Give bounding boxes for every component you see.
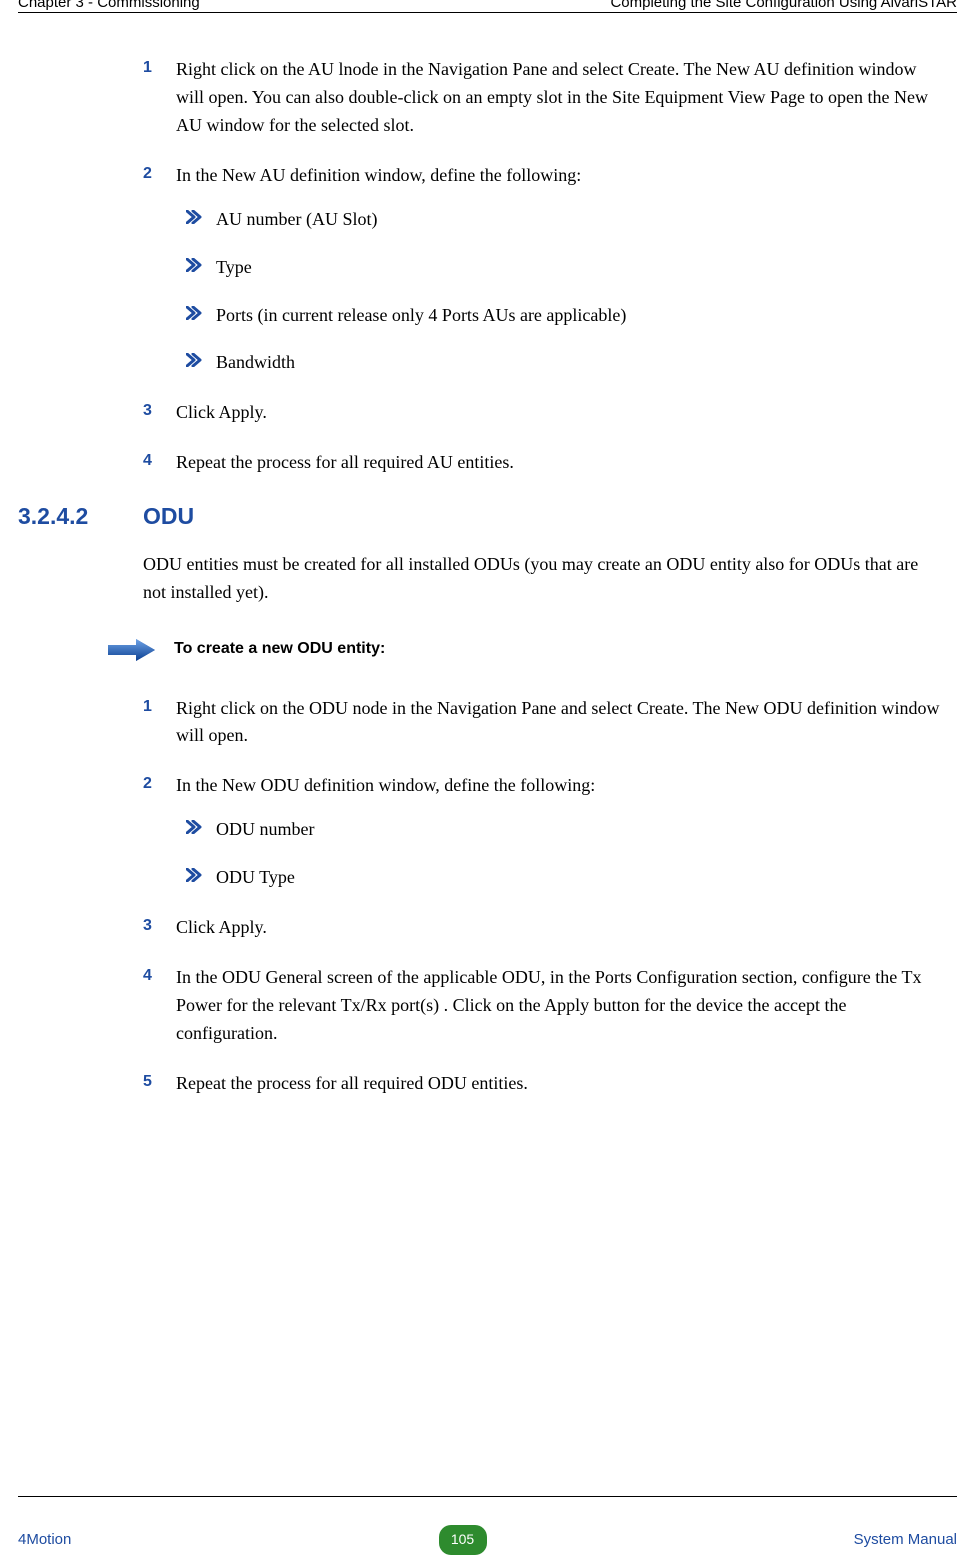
list-item: Type xyxy=(176,254,943,282)
step-number: 3 xyxy=(143,914,152,939)
list-item: 1 Right click on the AU lnode in the Nav… xyxy=(18,56,957,140)
chevron-icon xyxy=(186,258,204,272)
step-text: In the New ODU definition window, define… xyxy=(176,775,595,795)
header-left: Chapter 3 - Commissioning xyxy=(18,0,200,14)
page-header: Chapter 3 - Commissioning Completing the… xyxy=(18,0,957,16)
step-text: Click Apply. xyxy=(176,402,267,422)
sub-item-text: AU number (AU Slot) xyxy=(216,209,377,229)
chevron-icon xyxy=(186,306,204,320)
step-text: Click Apply. xyxy=(176,917,267,937)
list-item: 5 Repeat the process for all required OD… xyxy=(18,1070,957,1098)
step-number: 3 xyxy=(143,399,152,424)
step-text: In the New AU definition window, define … xyxy=(176,165,581,185)
list-item: Ports (in current release only 4 Ports A… xyxy=(176,302,943,330)
procedure-a-list: 1 Right click on the AU lnode in the Nav… xyxy=(18,56,957,477)
step-number: 1 xyxy=(143,695,152,720)
header-right: Completing the Site Configuration Using … xyxy=(610,0,957,14)
chevron-icon xyxy=(186,868,204,882)
step-text: Repeat the process for all required ODU … xyxy=(176,1073,528,1093)
list-item: 2 In the New ODU definition window, defi… xyxy=(18,772,957,892)
list-item: ODU number xyxy=(176,816,943,844)
sub-item-text: Ports (in current release only 4 Ports A… xyxy=(216,305,626,325)
chevron-icon xyxy=(186,210,204,224)
section-heading: 3.2.4.2 ODU xyxy=(18,499,957,535)
step-text: In the ODU General screen of the applica… xyxy=(176,967,921,1043)
step-text: Right click on the AU lnode in the Navig… xyxy=(176,59,928,135)
procedure-header: To create a new ODU entity: xyxy=(108,637,943,663)
list-item: AU number (AU Slot) xyxy=(176,206,943,234)
sub-item-text: Bandwidth xyxy=(216,352,295,372)
list-item: Bandwidth xyxy=(176,349,943,377)
procedure-b-list: 1 Right click on the ODU node in the Nav… xyxy=(18,695,957,1098)
list-item: 4 In the ODU General screen of the appli… xyxy=(18,964,957,1048)
step-number: 2 xyxy=(143,772,152,797)
step-text: Repeat the process for all required AU e… xyxy=(176,452,514,472)
footer-left: 4Motion xyxy=(18,1528,71,1551)
footer-right: System Manual xyxy=(854,1528,957,1551)
step-number: 1 xyxy=(143,56,152,81)
sub-item-text: ODU number xyxy=(216,819,314,839)
list-item: 4 Repeat the process for all required AU… xyxy=(18,449,957,477)
sub-list: ODU number ODU Type xyxy=(176,816,943,892)
step-number: 5 xyxy=(143,1070,152,1095)
list-item: 3 Click Apply. xyxy=(18,399,957,427)
step-number: 4 xyxy=(143,449,152,474)
sub-item-text: ODU Type xyxy=(216,867,295,887)
section-body: ODU entities must be created for all ins… xyxy=(143,551,943,607)
step-number: 2 xyxy=(143,162,152,187)
sub-list: AU number (AU Slot) Type Ports (in curre… xyxy=(176,206,943,378)
page-content: 1 Right click on the AU lnode in the Nav… xyxy=(18,16,957,1097)
arrow-icon xyxy=(108,637,156,663)
list-item: 1 Right click on the ODU node in the Nav… xyxy=(18,695,957,751)
page-number-badge: 105 xyxy=(439,1525,487,1555)
page-footer: 4Motion 105 System Manual xyxy=(18,1523,957,1557)
step-number: 4 xyxy=(143,964,152,989)
procedure-label: To create a new ODU entity: xyxy=(174,637,385,662)
section-title: ODU xyxy=(143,499,194,535)
step-text: Right click on the ODU node in the Navig… xyxy=(176,698,940,746)
chevron-icon xyxy=(186,820,204,834)
sub-item-text: Type xyxy=(216,257,252,277)
chevron-icon xyxy=(186,353,204,367)
list-item: ODU Type xyxy=(176,864,943,892)
page-frame: Chapter 3 - Commissioning Completing the… xyxy=(18,12,957,1497)
list-item: 2 In the New AU definition window, defin… xyxy=(18,162,957,377)
section-number: 3.2.4.2 xyxy=(18,499,143,535)
list-item: 3 Click Apply. xyxy=(18,914,957,942)
